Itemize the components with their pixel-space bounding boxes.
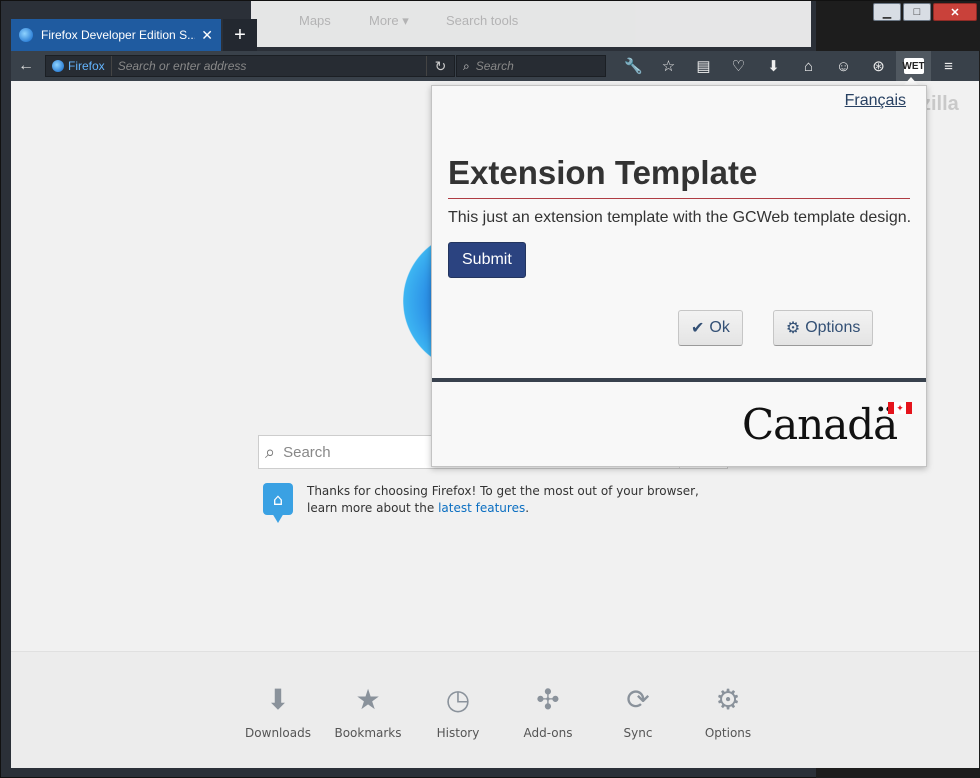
bookmark-icon: ★ [355,682,381,716]
background-window-strip: Maps More ▾ Search tools [251,1,811,47]
firefox-icon [19,28,33,42]
identity-label: Firefox [68,59,105,73]
search-icon: ⌕ [265,441,276,462]
options-icon: ⚙ [715,682,741,716]
address-input[interactable]: Search or enter address [112,59,426,73]
history-icon: ◷ [445,682,471,716]
popup-title: Extension Template [448,154,758,191]
submit-button[interactable]: Submit [448,242,526,278]
reload-button[interactable]: ↻ [426,56,454,76]
addons-icon: ✣ [536,682,560,716]
back-button[interactable]: ← [11,51,41,81]
wrench-icon[interactable]: 🔧 [616,51,651,81]
window-controls: ▁ □ ✕ [873,3,977,21]
launcher-label: Options [704,726,752,740]
firefox-icon [52,60,64,72]
popup-actions: ✔ Ok ⚙ Options [678,310,874,346]
launcher-history[interactable]: ◷ History [413,682,503,741]
background-item: Search tools [446,13,519,28]
home-icon[interactable]: ⌂ [791,51,826,81]
snippet: ⌂ Thanks for choosing Firefox! To get th… [263,483,733,525]
options-button[interactable]: ⚙ Options [772,310,874,346]
launcher-addons[interactable]: ✣ Add-ons [503,682,593,741]
tab-title: Firefox Developer Edition S... [41,28,196,42]
launcher-options[interactable]: ⚙ Options [683,682,773,741]
reading-list-icon[interactable]: ▤ [686,51,721,81]
language-toggle-link[interactable]: Français [845,92,906,110]
download-icon: ⬇ [266,682,290,716]
launcher-bar: ⬇ Downloads ★ Bookmarks ◷ History ✣ Add-ons … [11,651,979,768]
title-underline [448,198,910,199]
close-tab-icon[interactable]: ✕ [201,27,213,44]
minimize-button[interactable]: ▁ [873,3,901,21]
launcher-bookmarks[interactable]: ★ Bookmarks [323,682,413,741]
sync-icon: ⟳ [626,682,650,716]
snippet-end: . [525,501,530,515]
hello-icon[interactable]: ☺ [826,51,861,81]
close-window-button[interactable]: ✕ [933,3,977,21]
search-bar[interactable]: ⌕ Search [456,55,606,77]
launcher-label: Downloads [245,726,311,740]
home-icon: ⌂ [263,483,293,515]
ok-label: Ok [709,319,730,336]
canada-flag-icon: ✦ [888,402,912,414]
pocket-icon[interactable]: ♡ [721,51,756,81]
new-tab-button[interactable]: + [223,19,257,51]
developer-icon[interactable]: ⊛ [861,51,896,81]
launcher-sync[interactable]: ⟳ Sync [593,682,683,741]
snippet-icon: ⌂ [263,483,295,525]
launcher-items: ⬇ Downloads ★ Bookmarks ◷ History ✣ Add-ons … [233,682,773,741]
search-input[interactable]: Search [476,59,514,73]
checkmark-icon: ✔ [691,320,705,337]
footer-rule [432,378,926,382]
bookmark-star-icon[interactable]: ☆ [651,51,686,81]
url-bar[interactable]: Firefox Search or enter address ↻ [45,55,455,77]
download-icon[interactable]: ⬇ [756,51,791,81]
site-identity[interactable]: Firefox [46,56,112,76]
browser-tab[interactable]: Firefox Developer Edition S... ✕ [11,19,221,51]
search-icon: ⌕ [463,58,470,73]
launcher-label: Add-ons [523,726,573,740]
page-search-input[interactable]: Search [283,444,331,461]
canada-wordmark: Canadä [742,400,898,449]
ok-button[interactable]: ✔ Ok [678,310,743,346]
options-label: Options [805,319,861,336]
launcher-label: Sync [623,726,653,740]
menu-icon[interactable]: ≡ [931,51,966,81]
latest-features-link[interactable]: latest features [438,501,525,515]
background-item: More ▾ [369,13,409,28]
launcher-downloads[interactable]: ⬇ Downloads [233,682,323,741]
wet-extension-icon: WET [902,58,925,74]
gear-icon: ⚙ [785,320,801,337]
browser-window: Maps More ▾ Search tools ▁ □ ✕ Firefox D… [0,0,980,778]
snippet-text-block: Thanks for choosing Firefox! To get the … [307,483,733,525]
background-item: Maps [299,13,331,28]
popup-description: This just an extension template with the… [448,209,912,226]
extension-popup: Français Extension Template This just an… [431,85,927,467]
launcher-label: Bookmarks [334,726,402,740]
launcher-label: History [436,726,480,740]
navigation-toolbar: ← Firefox Search or enter address ↻ ⌕ Se… [11,51,979,81]
maximize-button[interactable]: □ [903,3,931,21]
